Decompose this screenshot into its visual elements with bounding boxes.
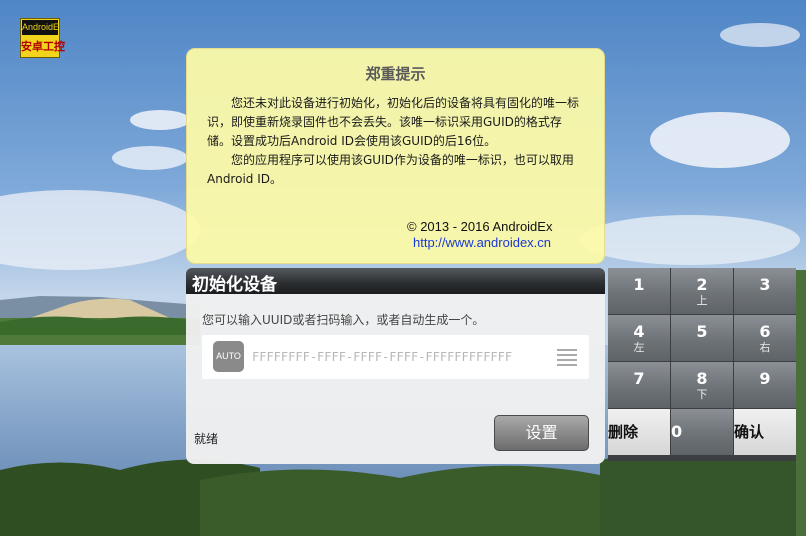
key-3[interactable]: 3 (734, 268, 796, 314)
key-1[interactable]: 1 (608, 268, 670, 314)
panel-header: 初始化设备 (186, 268, 605, 295)
input-hint: 您可以输入UUID或者扫码输入，或者自动生成一个。 (202, 313, 485, 327)
init-device-panel: 初始化设备 您可以输入UUID或者扫码输入，或者自动生成一个。 AUTO 就绪 … (186, 268, 605, 464)
key-label-right: 右 (759, 341, 771, 354)
notice-paragraph-2: 您的应用程序可以使用该GUID作为设备的唯一标识，也可以取用Android ID… (207, 153, 574, 186)
key-label-down: 下 (696, 388, 708, 401)
notice-card: 郑重提示 您还未对此设备进行初始化，初始化后的设备将具有固化的唯一标识，即使重新… (186, 48, 605, 264)
website-link[interactable]: http://www.androidex.cn (413, 235, 551, 250)
panel-content: 您可以输入UUID或者扫码输入，或者自动生成一个。 AUTO 就绪 设置 (186, 294, 605, 464)
delete-key[interactable]: 删除 (608, 409, 670, 455)
notice-paragraph-1: 您还未对此设备进行初始化，初始化后的设备将具有固化的唯一标识，即使重新烧录固件也… (207, 96, 580, 148)
key-0[interactable]: 0 (671, 409, 733, 455)
key-4[interactable]: 4左 (608, 315, 670, 361)
key-2[interactable]: 2上 (671, 268, 733, 314)
numeric-keypad: 1 2上 3 4左 5 6右 7 8下 9 删除 0 确认 (608, 268, 796, 461)
notice-body: 您还未对此设备进行初始化，初始化后的设备将具有固化的唯一标识，即使重新烧录固件也… (207, 94, 585, 189)
guid-input[interactable] (252, 343, 542, 371)
key-label-up: 上 (696, 294, 708, 307)
notice-title: 郑重提示 (365, 65, 426, 83)
auto-generate-button[interactable]: AUTO (213, 341, 244, 372)
set-button[interactable]: 设置 (494, 415, 589, 451)
androidex-logo: AndroidEx 安卓工控 (20, 18, 65, 58)
logo-text-en: AndroidEx (22, 20, 58, 35)
confirm-key[interactable]: 确认 (734, 409, 796, 455)
key-5[interactable]: 5 (671, 315, 733, 361)
menu-icon[interactable] (557, 349, 577, 366)
key-label-left: 左 (633, 341, 645, 354)
panel-title: 初始化设备 (192, 275, 277, 295)
guid-input-row: AUTO (202, 335, 589, 379)
copyright-text: © 2013 - 2016 AndroidEx (407, 219, 553, 234)
key-7[interactable]: 7 (608, 362, 670, 408)
key-9[interactable]: 9 (734, 362, 796, 408)
status-text: 就绪 (194, 432, 219, 446)
logo-text-cn: 安卓工控 (21, 40, 65, 53)
key-6[interactable]: 6右 (734, 315, 796, 361)
key-8[interactable]: 8下 (671, 362, 733, 408)
